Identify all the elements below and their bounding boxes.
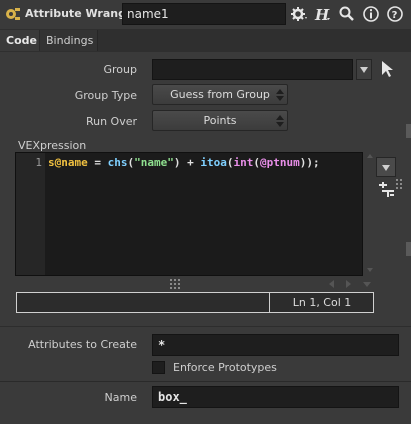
code-line[interactable]: s@name = chs("name") + itoa(int(@ptnum))… — [48, 156, 320, 169]
code-token: = — [87, 156, 108, 169]
enforce-prototypes-label: Enforce Prototypes — [173, 361, 277, 374]
group-type-dropdown[interactable]: Guess from Group — [152, 84, 288, 105]
attributes-label: Attributes to Create — [28, 338, 137, 351]
code-menu-button[interactable] — [376, 157, 396, 177]
gear-icon[interactable] — [290, 5, 308, 23]
code-token: "name" — [134, 156, 174, 169]
group-type-label: Group Type — [74, 89, 137, 102]
chevron-down-icon — [382, 165, 390, 171]
code-token: @ptnum — [260, 156, 300, 169]
code-token: )); — [299, 156, 320, 169]
run-over-dropdown[interactable]: Points — [152, 110, 288, 131]
scrollbar-handle-lower[interactable] — [406, 242, 411, 256]
group-field[interactable] — [152, 59, 353, 80]
chevron-down-icon — [360, 67, 368, 73]
code-token: s@name = chs("name") + itoa(int(@ptnum))… — [48, 156, 320, 169]
tab-code[interactable]: Code — [0, 30, 40, 51]
code-token: ) + — [173, 156, 201, 169]
code-editor[interactable] — [15, 152, 363, 276]
line-number-gutter — [16, 153, 45, 275]
line-number: 1 — [35, 156, 42, 169]
code-horizontal-scroll-arrows[interactable] — [325, 279, 375, 289]
run-over-label: Run Over — [85, 115, 137, 128]
vexpression-label: VEXpression — [18, 139, 87, 152]
run-over-value: Points — [203, 114, 237, 127]
node-name-field[interactable]: name1 — [122, 3, 286, 25]
code-token: s@name — [48, 156, 88, 169]
node-type-label: Attribute Wrangle — [25, 7, 138, 20]
group-label: Group — [103, 63, 138, 76]
attributes-field[interactable]: * — [152, 334, 399, 356]
code-vertical-scrollbar[interactable] — [365, 152, 375, 278]
updown-icon — [276, 89, 284, 101]
name-label: Name — [104, 391, 137, 404]
cursor-position: Ln 1, Col 1 — [292, 296, 352, 309]
scrollbar-handle[interactable] — [406, 124, 411, 138]
code-token: int — [233, 156, 254, 169]
enforce-prototypes-checkbox[interactable] — [152, 361, 165, 374]
help-icon[interactable]: ? — [386, 5, 404, 23]
code-token: chs — [107, 156, 128, 169]
select-arrow-icon[interactable] — [380, 60, 394, 78]
houdini-help-icon[interactable]: H — [313, 5, 331, 23]
wrangle-node-icon — [6, 8, 20, 20]
info-icon[interactable] — [362, 5, 380, 23]
code-token: itoa — [200, 156, 227, 169]
svg-text:H: H — [314, 6, 330, 23]
create-spare-parms-icon[interactable] — [378, 182, 396, 198]
name-field[interactable]: box_ — [152, 386, 399, 408]
search-icon[interactable] — [338, 5, 356, 23]
section-divider — [0, 326, 411, 327]
group-menu-button[interactable] — [356, 59, 372, 80]
updown-icon — [276, 115, 284, 127]
resize-grip-icon[interactable] — [170, 279, 180, 289]
svg-text:?: ? — [392, 10, 398, 21]
group-type-value: Guess from Group — [170, 88, 270, 101]
code-token: ( — [226, 156, 234, 169]
code-token: ( — [253, 156, 260, 169]
grip-icon[interactable] — [396, 179, 404, 209]
section-divider — [0, 381, 411, 382]
tab-bindings[interactable]: Bindings — [40, 30, 98, 51]
